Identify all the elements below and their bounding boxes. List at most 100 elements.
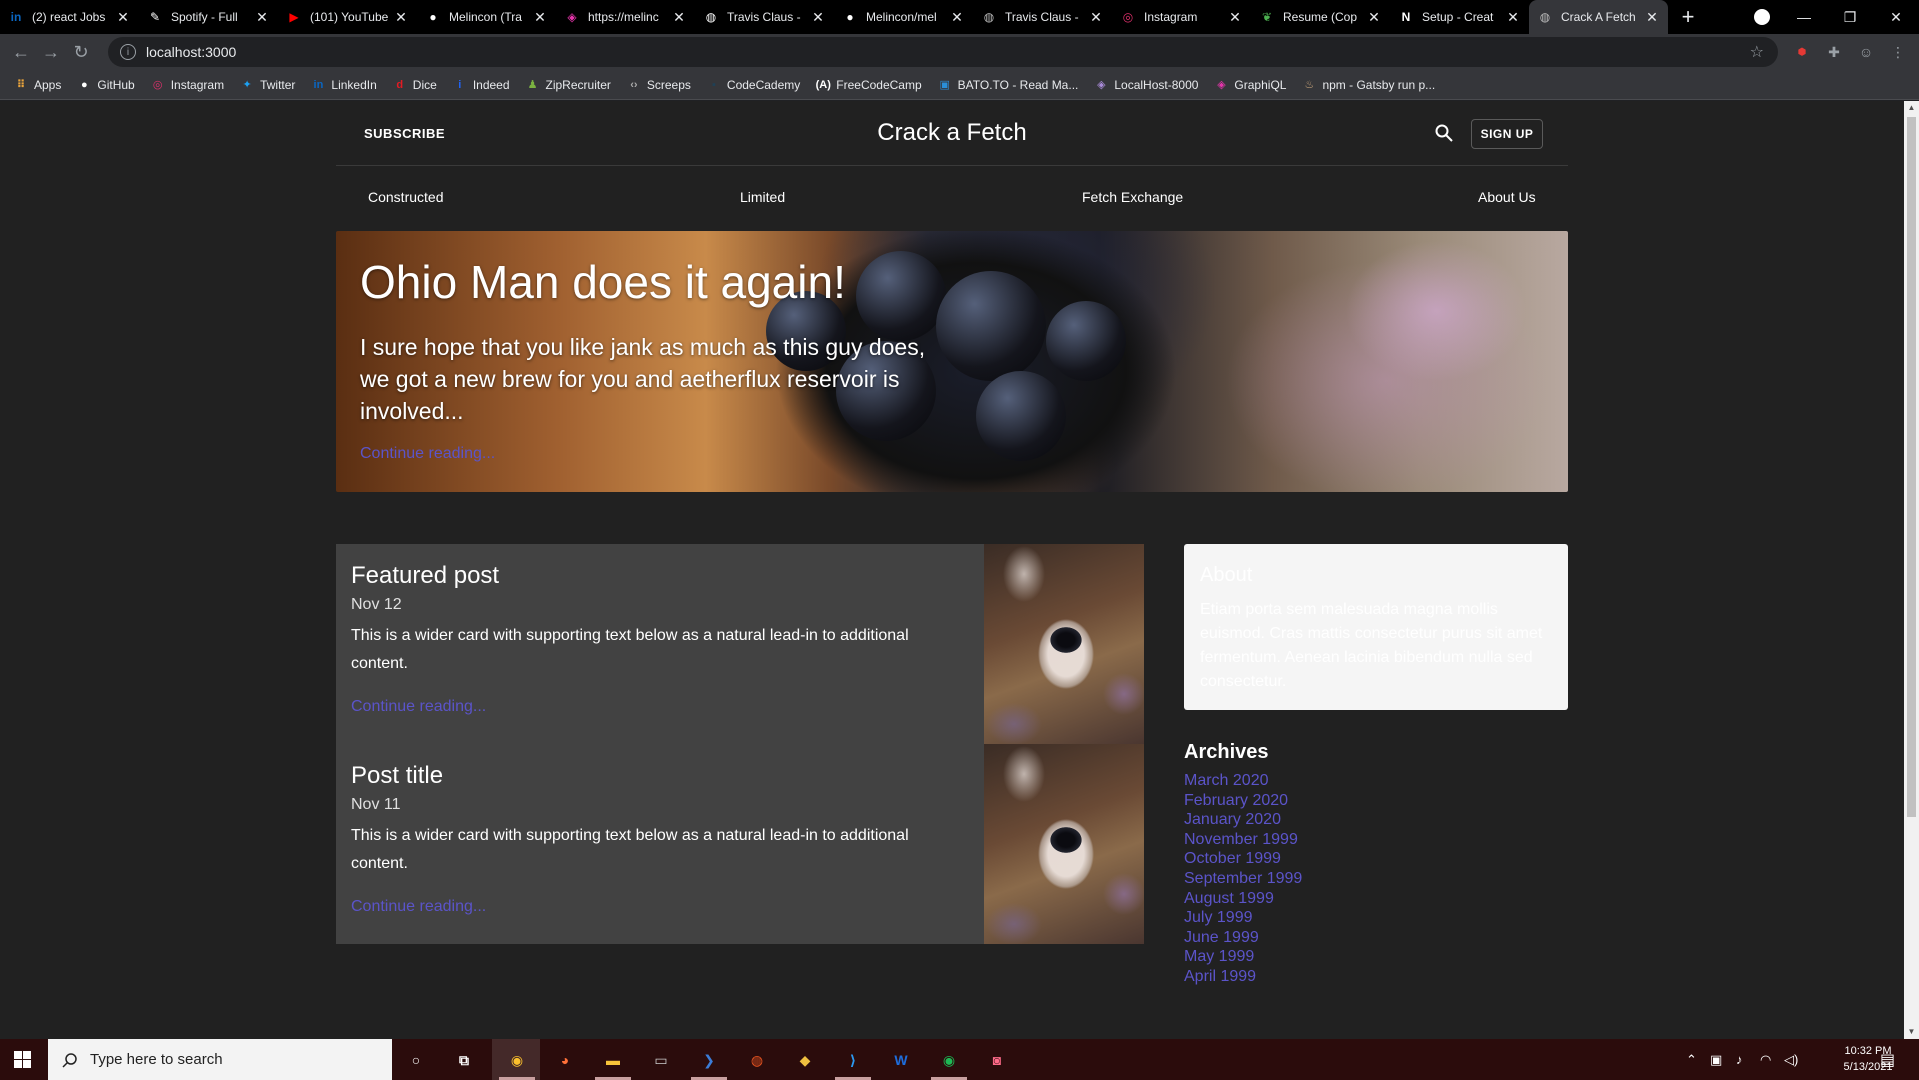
browser-tab[interactable]: ◍ Crack A Fetch ✕	[1529, 0, 1668, 34]
powershell-icon[interactable]: ❯	[697, 1048, 721, 1072]
bookmark-item[interactable]: i Indeed	[453, 78, 509, 92]
archive-link[interactable]: May 1999	[1184, 948, 1254, 966]
browser-tab[interactable]: ◍ Travis Claus - ✕	[973, 0, 1112, 34]
firefox-icon[interactable]: ◕	[553, 1048, 577, 1072]
close-tab-icon[interactable]: ✕	[115, 9, 131, 26]
browser-tab[interactable]: in (2) react Jobs ✕	[0, 0, 139, 34]
close-tab-icon[interactable]: ✕	[1227, 9, 1243, 26]
tray-chevron-icon[interactable]: ⌃	[1686, 1039, 1697, 1080]
site-info-icon[interactable]: i	[120, 44, 136, 60]
microphone-icon[interactable]: ♪	[1736, 1039, 1743, 1080]
close-tab-icon[interactable]: ✕	[949, 9, 965, 26]
bookmark-item[interactable]: d Dice	[393, 78, 436, 92]
forward-icon[interactable]: →	[36, 42, 66, 63]
cortana-icon[interactable]: ○	[404, 1048, 428, 1072]
hero-continue-link[interactable]: Continue reading...	[360, 445, 495, 463]
post-continue-link[interactable]: Continue reading...	[351, 898, 486, 916]
archive-link[interactable]: July 1999	[1184, 909, 1253, 927]
word-icon[interactable]: W	[889, 1048, 913, 1072]
new-tab-button[interactable]: +	[1668, 0, 1708, 34]
archive-link[interactable]: March 2020	[1184, 772, 1269, 790]
bookmark-item[interactable]: (A) FreeCodeCamp	[816, 78, 922, 92]
site-title[interactable]: Crack a Fetch	[336, 119, 1568, 147]
taskbar-search-input[interactable]: Type here to search	[48, 1039, 392, 1080]
archive-link[interactable]: April 1999	[1184, 968, 1256, 986]
reload-icon[interactable]: ↻	[66, 42, 96, 63]
nav-link-constructed[interactable]: Constructed	[368, 189, 443, 205]
scroll-down-icon[interactable]: ▼	[1904, 1025, 1919, 1039]
browser-tab[interactable]: ◈ https://melinc ✕	[556, 0, 695, 34]
spotify-icon[interactable]: ◉	[937, 1048, 961, 1072]
sign-up-button[interactable]: SIGN UP	[1471, 119, 1543, 149]
bookmark-item[interactable]: ✦ Twitter	[240, 78, 295, 92]
archive-link[interactable]: February 2020	[1184, 792, 1288, 810]
nav-link-limited[interactable]: Limited	[740, 189, 785, 205]
post-continue-link[interactable]: Continue reading...	[351, 698, 486, 716]
close-tab-icon[interactable]: ✕	[1366, 9, 1382, 26]
close-window-icon[interactable]: ✕	[1873, 0, 1919, 34]
browser-tab[interactable]: N Setup - Creat ✕	[1390, 0, 1529, 34]
minimize-icon[interactable]: —	[1781, 0, 1827, 34]
menu-icon[interactable]: ⋮	[1888, 42, 1908, 62]
scrollbar-thumb[interactable]	[1907, 117, 1916, 817]
archive-link[interactable]: November 1999	[1184, 831, 1298, 849]
search-icon[interactable]	[1434, 123, 1454, 143]
chrome-icon[interactable]: ◉	[505, 1048, 529, 1072]
nav-link-about-us[interactable]: About Us	[1478, 189, 1536, 205]
close-tab-icon[interactable]: ✕	[532, 9, 548, 26]
bookmark-item[interactable]: ▪ CodeCademy	[707, 78, 800, 92]
discord-icon[interactable]: ◙	[985, 1048, 1009, 1072]
close-tab-icon[interactable]: ✕	[810, 9, 826, 26]
vscode-icon[interactable]: ⟩	[841, 1048, 865, 1072]
scroll-up-icon[interactable]: ▲	[1904, 101, 1919, 115]
windows-start-icon[interactable]	[14, 1051, 31, 1068]
bookmark-item[interactable]: ◈ GraphiQL	[1214, 78, 1286, 92]
address-bar[interactable]: i localhost:3000 ☆	[108, 37, 1778, 67]
extensions-icon[interactable]: ✚	[1824, 42, 1844, 62]
browser-tab[interactable]: ● Melincon/mel ✕	[834, 0, 973, 34]
bookmark-item[interactable]: ♟ ZipRecruiter	[526, 78, 611, 92]
archive-link[interactable]: September 1999	[1184, 870, 1302, 888]
notifications-icon[interactable]: ▤	[1880, 1039, 1895, 1080]
gitkraken-icon[interactable]: ◆	[793, 1048, 817, 1072]
bookmark-item[interactable]: ◎ Instagram	[151, 78, 224, 92]
close-tab-icon[interactable]: ✕	[393, 9, 409, 26]
bookmark-item[interactable]: in LinkedIn	[311, 78, 377, 92]
avatar[interactable]: ☺	[1856, 42, 1876, 62]
close-tab-icon[interactable]: ✕	[1088, 9, 1104, 26]
terminal-icon[interactable]: ▭	[649, 1048, 673, 1072]
close-tab-icon[interactable]: ✕	[1644, 9, 1660, 26]
volume-icon[interactable]: ◁)	[1784, 1039, 1798, 1080]
archive-link[interactable]: October 1999	[1184, 850, 1281, 868]
archive-link[interactable]: January 2020	[1184, 811, 1281, 829]
browser-tab[interactable]: ❦ Resume (Cop ✕	[1251, 0, 1390, 34]
close-tab-icon[interactable]: ✕	[254, 9, 270, 26]
close-tab-icon[interactable]: ✕	[671, 9, 687, 26]
task-view-icon[interactable]: ⧉	[452, 1048, 476, 1072]
browser-tab[interactable]: ● Melincon (Tra ✕	[417, 0, 556, 34]
network-icon[interactable]: ◠	[1760, 1039, 1771, 1080]
browser-tab[interactable]: ◍ Travis Claus - ✕	[695, 0, 834, 34]
archive-link[interactable]: August 1999	[1184, 890, 1274, 908]
scrollbar[interactable]: ▲ ▼	[1904, 101, 1919, 1039]
archive-link[interactable]: June 1999	[1184, 929, 1259, 947]
bookmark-item[interactable]: ● GitHub	[77, 78, 135, 92]
file-explorer-icon[interactable]: ▬	[601, 1048, 625, 1072]
ubuntu-icon[interactable]: ◍	[745, 1048, 769, 1072]
back-icon[interactable]: ←	[6, 42, 36, 63]
meet-now-icon[interactable]: ▣	[1710, 1039, 1722, 1080]
bookmark-item[interactable]: ⠿ Apps	[14, 78, 62, 92]
browser-tab[interactable]: ▶ (101) YouTube ✕	[278, 0, 417, 34]
nav-link-fetch-exchange[interactable]: Fetch Exchange	[1082, 189, 1183, 205]
bookmark-item[interactable]: ▣ BATO.TO - Read Ma...	[938, 78, 1078, 92]
browser-tab[interactable]: ◎ Instagram ✕	[1112, 0, 1251, 34]
browser-tab[interactable]: ✎ Spotify - Full ✕	[139, 0, 278, 34]
close-tab-icon[interactable]: ✕	[1505, 9, 1521, 26]
bookmark-item[interactable]: ♨ npm - Gatsby run p...	[1302, 78, 1436, 92]
bookmark-item[interactable]: ◈ LocalHost-8000	[1094, 78, 1198, 92]
ublock-icon[interactable]: ⬢	[1792, 42, 1812, 62]
bookmark-star-icon[interactable]: ☆	[1750, 42, 1764, 62]
profile-icon[interactable]	[1754, 9, 1770, 25]
bookmark-item[interactable]: ‹› Screeps	[627, 78, 691, 92]
restore-icon[interactable]: ❐	[1827, 0, 1873, 34]
